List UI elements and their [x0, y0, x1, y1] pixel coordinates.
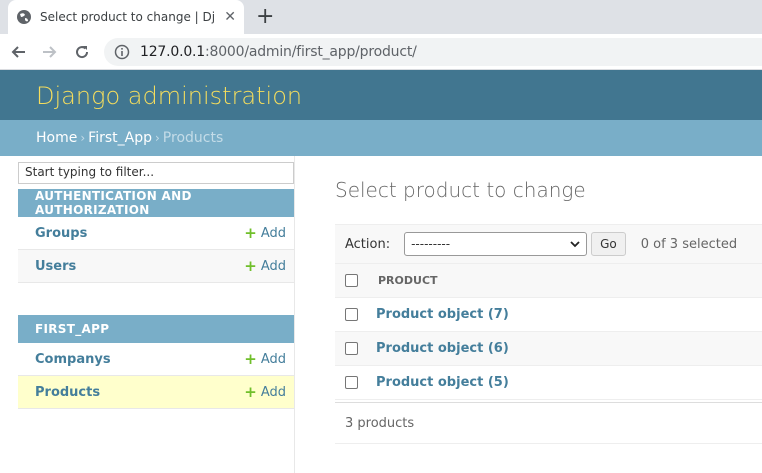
browser-tab[interactable]: Select product to change | Django site a…: [8, 0, 244, 34]
info-icon[interactable]: [114, 44, 130, 60]
product-link[interactable]: Product object (6): [376, 341, 509, 356]
selected-count: 0 of 3 selected: [640, 236, 738, 252]
breadcrumb-app[interactable]: First_App: [88, 130, 152, 146]
action-select[interactable]: ---------: [404, 232, 588, 256]
sidebar-item-users-link[interactable]: Users: [35, 259, 76, 274]
row-checkbox[interactable]: [345, 376, 358, 389]
table-row: Product object (6): [335, 332, 762, 366]
result-list: PRODUCT Product object (7) Product objec…: [335, 264, 762, 400]
table-row: Product object (5): [335, 366, 762, 400]
url-bar[interactable]: 127.0.0.1:8000/admin/first_app/product/: [104, 38, 762, 66]
new-tab-button[interactable]: +: [256, 4, 274, 29]
sidebar-item-groups-link[interactable]: Groups: [35, 226, 87, 241]
site-header: Django administration: [0, 70, 762, 120]
sidebar-item-companys-link[interactable]: Companys: [35, 352, 111, 367]
add-company-button[interactable]: + Add: [244, 350, 286, 368]
plus-icon: +: [244, 350, 257, 368]
add-label: Add: [260, 351, 286, 367]
add-label: Add: [260, 384, 286, 400]
nav-sidebar: Start typing to filter... AUTHENTICATION…: [18, 156, 295, 473]
page-title: Select product to change: [335, 178, 586, 202]
module-caption-auth[interactable]: AUTHENTICATION AND AUTHORIZATION: [18, 189, 294, 217]
paginator: 3 products: [335, 402, 762, 444]
module-caption-first-app[interactable]: FIRST_APP: [18, 315, 294, 343]
breadcrumb-separator: ›: [154, 131, 160, 145]
row-checkbox[interactable]: [345, 342, 358, 355]
reload-icon[interactable]: [71, 41, 93, 63]
breadcrumb-separator: ›: [80, 131, 86, 145]
sidebar-item-groups: Groups + Add: [18, 217, 294, 250]
chevron-down-icon: [570, 237, 580, 251]
actions-bar: Action: --------- Go 0 of 3 selected: [335, 224, 762, 264]
globe-icon: [16, 9, 32, 25]
browser-tab-bar: Select product to change | Django site a…: [0, 0, 762, 34]
product-link[interactable]: Product object (7): [376, 307, 509, 322]
nav-filter-input[interactable]: Start typing to filter...: [18, 162, 294, 184]
sidebar-item-users: Users + Add: [18, 250, 294, 283]
breadcrumb: Home › First_App › Products: [0, 120, 762, 156]
add-product-button[interactable]: + Add: [244, 383, 286, 401]
add-group-button[interactable]: + Add: [244, 224, 286, 242]
product-link[interactable]: Product object (5): [376, 375, 509, 390]
plus-icon: +: [244, 383, 257, 401]
module-first-app: FIRST_APP Companys + Add Products + Add: [18, 315, 294, 409]
url-path: :8000/admin/first_app/product/: [205, 44, 417, 60]
tab-title: Select product to change | Django site a…: [40, 10, 215, 24]
breadcrumb-home[interactable]: Home: [36, 130, 77, 146]
breadcrumb-current: Products: [162, 130, 224, 146]
select-all-checkbox[interactable]: [345, 274, 358, 287]
back-arrow-icon[interactable]: [8, 41, 30, 63]
address-bar: 127.0.0.1:8000/admin/first_app/product/: [0, 34, 762, 70]
url-host: 127.0.0.1: [140, 44, 205, 60]
plus-icon: +: [244, 224, 257, 242]
close-tab-icon[interactable]: ✕: [224, 9, 236, 25]
add-label: Add: [260, 258, 286, 274]
site-brand[interactable]: Django administration: [36, 82, 302, 110]
plus-icon: +: [244, 257, 257, 275]
go-button[interactable]: Go: [591, 232, 626, 256]
table-header: PRODUCT: [335, 264, 762, 298]
add-user-button[interactable]: + Add: [244, 257, 286, 275]
table-row: Product object (7): [335, 298, 762, 332]
sidebar-item-products: Products + Add: [18, 376, 294, 409]
url-text: 127.0.0.1:8000/admin/first_app/product/: [140, 44, 417, 60]
column-header-product[interactable]: PRODUCT: [378, 274, 438, 287]
action-select-value: ---------: [411, 237, 451, 251]
sidebar-item-products-link[interactable]: Products: [35, 385, 100, 400]
add-label: Add: [260, 225, 286, 241]
forward-arrow-icon[interactable]: [38, 41, 60, 63]
module-auth: AUTHENTICATION AND AUTHORIZATION Groups …: [18, 189, 294, 283]
action-label: Action:: [345, 236, 391, 252]
sidebar-item-companys: Companys + Add: [18, 343, 294, 376]
row-checkbox[interactable]: [345, 308, 358, 321]
